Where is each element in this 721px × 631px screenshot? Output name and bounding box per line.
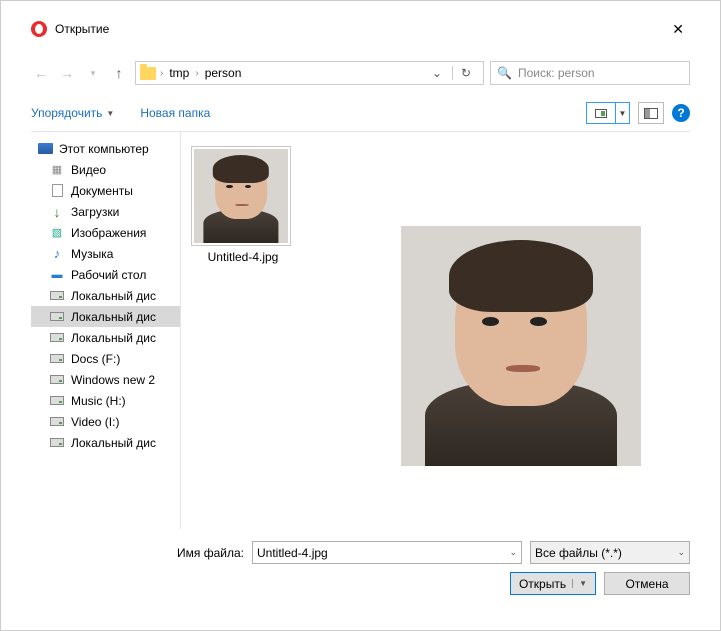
tree-item-drive[interactable]: Локальный дис bbox=[31, 285, 180, 306]
preview-pane bbox=[361, 146, 680, 515]
new-folder-button[interactable]: Новая папка bbox=[140, 106, 210, 120]
titlebar: Открытие ✕ bbox=[31, 15, 690, 43]
address-bar[interactable]: › tmp › person ⌄ ↻ bbox=[135, 61, 484, 85]
music-icon: ♪ bbox=[49, 247, 65, 261]
search-input[interactable]: 🔍 Поиск: person bbox=[490, 61, 690, 85]
download-icon: ↓ bbox=[49, 205, 65, 219]
tree-item-drive[interactable]: Docs (F:) bbox=[31, 348, 180, 369]
chevron-down-icon: ▼ bbox=[615, 103, 629, 123]
forward-button[interactable]: → bbox=[57, 65, 77, 81]
folder-icon bbox=[140, 67, 156, 80]
drive-icon bbox=[49, 289, 65, 303]
chevron-icon: › bbox=[160, 68, 163, 79]
tree-item-drive[interactable]: Video (I:) bbox=[31, 411, 180, 432]
recent-dropdown[interactable]: ▾ bbox=[83, 68, 103, 79]
cancel-button[interactable]: Отмена bbox=[604, 572, 690, 595]
path-history-dropdown[interactable]: ⌄ bbox=[426, 66, 448, 80]
desktop-icon: ▬ bbox=[49, 268, 65, 282]
dialog-body: Этот компьютер ▦Видео Документы ↓Загрузк… bbox=[31, 131, 690, 529]
toolbar: Упорядочить ▼ Новая папка ▼ ? bbox=[31, 95, 690, 131]
nav-tree: Этот компьютер ▦Видео Документы ↓Загрузк… bbox=[31, 132, 181, 529]
video-icon: ▦ bbox=[49, 163, 65, 177]
open-button[interactable]: Открыть▼ bbox=[510, 572, 596, 595]
thumbnails-icon bbox=[595, 109, 607, 118]
chevron-down-icon: ▼ bbox=[106, 109, 114, 118]
tree-item-downloads[interactable]: ↓Загрузки bbox=[31, 201, 180, 222]
drive-icon bbox=[49, 331, 65, 345]
drive-icon bbox=[49, 352, 65, 366]
organize-menu[interactable]: Упорядочить ▼ bbox=[31, 106, 114, 120]
image-icon: ▧ bbox=[49, 226, 65, 240]
tree-item-drive-selected[interactable]: Локальный дис bbox=[31, 306, 180, 327]
back-button[interactable]: ← bbox=[31, 65, 51, 81]
preview-pane-toggle[interactable] bbox=[638, 102, 664, 124]
window-title: Открытие bbox=[55, 22, 109, 36]
tree-item-desktop[interactable]: ▬Рабочий стол bbox=[31, 264, 180, 285]
tree-item-documents[interactable]: Документы bbox=[31, 180, 180, 201]
up-button[interactable]: ↑ bbox=[109, 65, 129, 81]
filename-input[interactable]: Untitled-4.jpg ⌄ bbox=[252, 541, 522, 564]
file-thumbnail bbox=[191, 146, 291, 246]
close-button[interactable]: ✕ bbox=[666, 17, 690, 42]
chevron-down-icon: ⌄ bbox=[671, 547, 685, 558]
tree-item-pictures[interactable]: ▧Изображения bbox=[31, 222, 180, 243]
tree-root[interactable]: Этот компьютер bbox=[31, 138, 180, 159]
breadcrumb-item[interactable]: person bbox=[203, 66, 244, 80]
file-name-label: Untitled-4.jpg bbox=[191, 250, 295, 264]
drive-icon bbox=[49, 394, 65, 408]
tree-item-drive[interactable]: Windows new 2 bbox=[31, 369, 180, 390]
document-icon bbox=[49, 184, 65, 198]
tree-item-videos[interactable]: ▦Видео bbox=[31, 159, 180, 180]
tree-item-music[interactable]: ♪Музыка bbox=[31, 243, 180, 264]
search-placeholder: Поиск: person bbox=[518, 66, 595, 80]
drive-icon bbox=[49, 373, 65, 387]
opera-icon bbox=[31, 21, 47, 37]
drive-icon bbox=[49, 310, 65, 324]
file-item[interactable]: Untitled-4.jpg bbox=[191, 146, 295, 264]
filename-label: Имя файла: bbox=[177, 546, 244, 560]
computer-icon bbox=[38, 143, 53, 154]
filetype-select[interactable]: Все файлы (*.*) ⌄ bbox=[530, 541, 690, 564]
preview-image bbox=[401, 226, 641, 466]
drive-icon bbox=[49, 415, 65, 429]
refresh-button[interactable]: ↻ bbox=[452, 66, 479, 80]
tree-item-drive[interactable]: Локальный дис bbox=[31, 327, 180, 348]
preview-pane-icon bbox=[644, 108, 658, 119]
nav-row: ← → ▾ ↑ › tmp › person ⌄ ↻ 🔍 Поиск: pers… bbox=[31, 59, 690, 87]
search-icon: 🔍 bbox=[497, 66, 512, 80]
file-list-pane: Untitled-4.jpg bbox=[181, 132, 690, 529]
breadcrumb-item[interactable]: tmp bbox=[167, 66, 191, 80]
help-button[interactable]: ? bbox=[672, 104, 690, 122]
drive-icon bbox=[49, 436, 65, 450]
chevron-down-icon: ⌄ bbox=[503, 547, 517, 558]
open-dropdown-icon[interactable]: ▼ bbox=[572, 579, 587, 588]
tree-item-drive[interactable]: Music (H:) bbox=[31, 390, 180, 411]
file-open-dialog: Открытие ✕ ← → ▾ ↑ › tmp › person ⌄ ↻ 🔍 … bbox=[0, 0, 721, 631]
tree-item-drive[interactable]: Локальный дис bbox=[31, 432, 180, 453]
dialog-footer: Имя файла: Untitled-4.jpg ⌄ Все файлы (*… bbox=[31, 529, 690, 595]
view-mode-selector[interactable]: ▼ bbox=[586, 102, 630, 124]
chevron-icon: › bbox=[195, 68, 198, 79]
